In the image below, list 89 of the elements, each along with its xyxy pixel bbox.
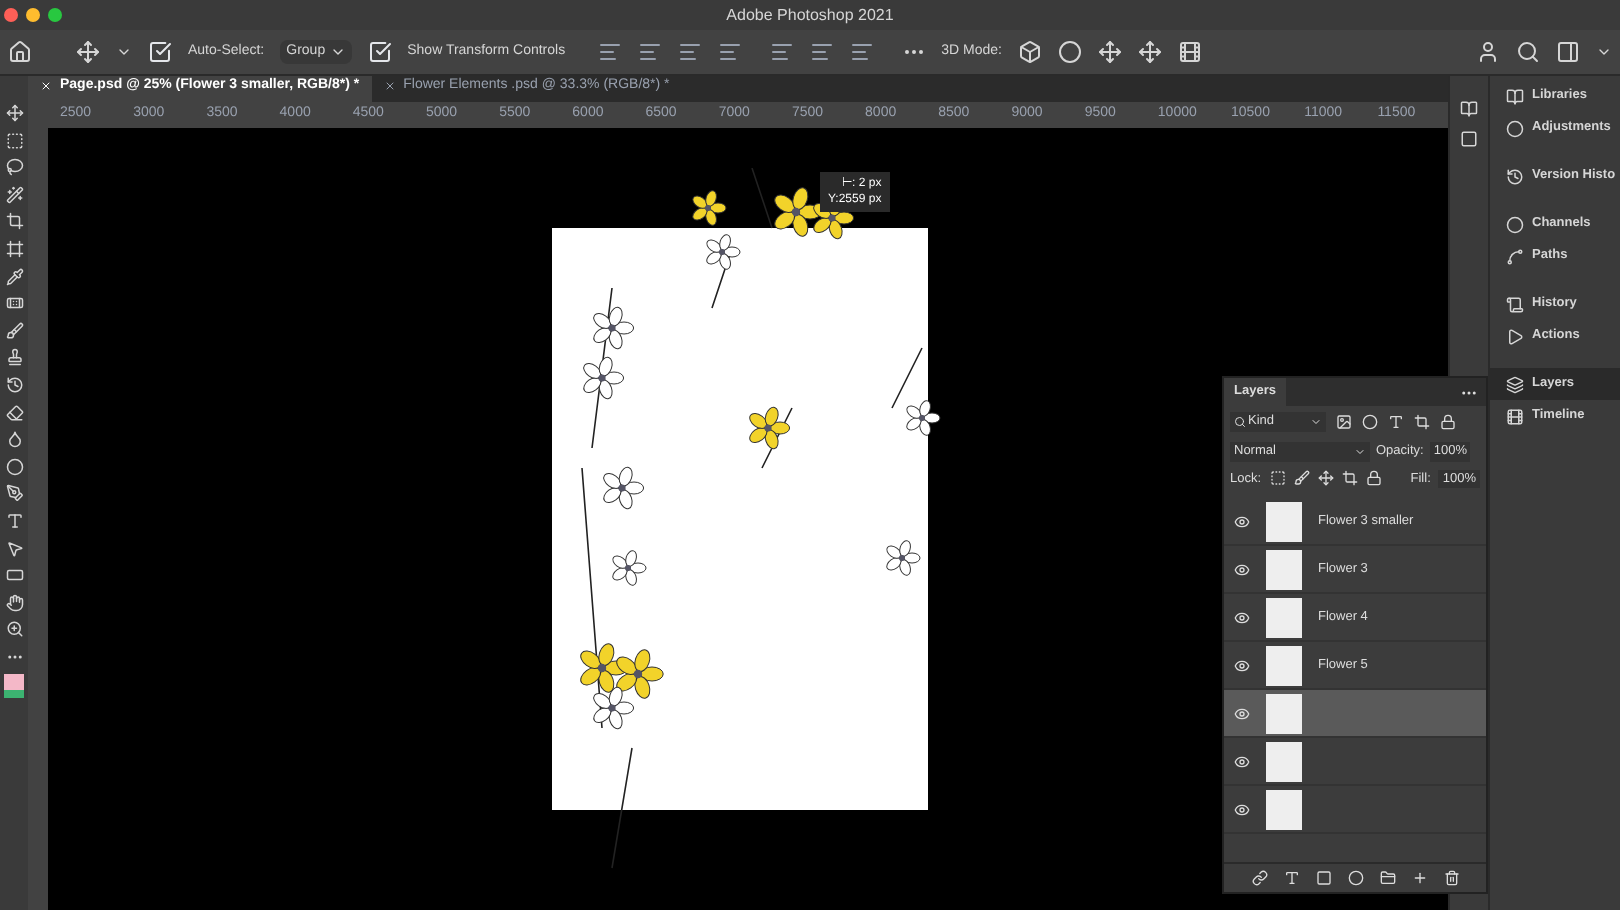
align-middle-icon[interactable] [809,40,834,64]
filter-icon[interactable] [1414,413,1430,430]
align-right-icon[interactable] [677,40,702,64]
account-icon[interactable] [1476,40,1500,64]
layer-thumbnail [1266,645,1302,686]
tool-icon[interactable] [5,239,23,258]
align-bottom-icon[interactable] [849,40,874,64]
layer-thumbnail [1266,501,1302,542]
layer-thumbnail [1266,549,1302,590]
search-icon [1234,415,1246,428]
panel-icon [1506,327,1524,345]
tool-icon[interactable] [5,212,23,231]
panel-icon [1506,215,1524,233]
align-top-icon[interactable] [769,40,794,64]
3d-roll-icon[interactable] [1057,40,1082,64]
tool-icon[interactable] [5,131,23,150]
panel-icon [1506,295,1524,313]
layer-thumbnail [1266,741,1302,782]
tool-icon[interactable] [5,511,23,530]
tool-icon[interactable] [5,267,23,286]
layer-action-icon[interactable] [1443,870,1459,886]
caret-icon [329,44,346,60]
layer-row[interactable] [1224,786,1486,835]
lock-icon[interactable] [1365,470,1382,487]
filter-icon[interactable] [1388,413,1404,430]
panel-icon [1506,119,1524,137]
panel-icon [1506,87,1524,105]
lock-icon[interactable] [1341,470,1358,487]
home-icon[interactable] [8,40,32,64]
layer-thumbnail [1266,789,1302,830]
close-icon[interactable] [383,80,396,93]
caret-icon[interactable] [1596,44,1612,60]
layer-row[interactable] [1224,738,1486,787]
layer-thumbnail [1266,693,1302,734]
tool-icon[interactable] [5,158,23,177]
panel-icon[interactable] [1460,130,1478,148]
visibility-icon[interactable] [1234,753,1250,770]
color-swatch[interactable] [4,674,24,699]
panel-icon [1506,407,1524,425]
lock-icon[interactable] [1269,470,1286,487]
tool-icon[interactable] [5,185,23,204]
search-icon[interactable] [1516,40,1540,64]
layer-action-icon[interactable] [1411,870,1427,886]
tool-icon[interactable] [5,484,23,503]
filter-icon[interactable] [1362,413,1378,430]
panel-icon [1506,375,1524,393]
layer-thumbnail [1266,597,1302,638]
layer-action-icon[interactable] [1379,870,1395,886]
auto-select-checkbox[interactable] [148,40,172,64]
caret-icon [1354,445,1366,458]
tool-icon[interactable] [5,403,23,422]
move-tool-icon[interactable] [76,40,100,64]
3d-slide-icon[interactable] [1137,40,1162,64]
3d-drag-icon[interactable] [1097,40,1122,64]
lock-icon[interactable] [1317,470,1334,487]
3d-camera-icon[interactable] [1177,40,1202,64]
filter-icon[interactable] [1336,413,1352,430]
3d-rotate-icon[interactable] [1017,40,1042,64]
show-transform-checkbox[interactable] [367,40,392,64]
lock-icon[interactable] [1293,470,1310,487]
caret-icon [1310,415,1322,428]
panel-icon [1506,247,1524,265]
tool-icon[interactable] [5,593,23,612]
align-center-icon[interactable] [637,40,662,64]
tool-icon[interactable] [5,375,23,394]
tool-icon[interactable] [5,321,23,340]
layer-action-icon[interactable] [1283,870,1299,886]
filter-icon[interactable] [1440,413,1456,430]
caret-icon[interactable] [116,44,132,60]
visibility-icon[interactable] [1234,609,1250,626]
visibility-icon[interactable] [1234,561,1250,578]
panel-icon[interactable] [1460,100,1478,118]
align-left-icon[interactable] [597,40,622,64]
maximize-icon[interactable] [48,8,62,22]
visibility-icon[interactable] [1234,705,1250,722]
visibility-icon[interactable] [1234,657,1250,674]
tool-icon[interactable] [5,620,23,639]
layer-row[interactable] [1224,690,1486,739]
layer-action-icon[interactable] [1251,870,1267,886]
tool-icon[interactable] [5,348,23,367]
minimize-icon[interactable] [26,8,40,22]
distribute-icon[interactable] [717,40,742,64]
visibility-icon[interactable] [1234,513,1250,530]
tool-icon[interactable] [5,104,23,122]
visibility-icon[interactable] [1234,801,1250,818]
workspace-icon[interactable] [1556,40,1580,64]
window-title: Adobe Photoshop 2021 [726,3,894,27]
panel-icon [1506,167,1524,185]
tool-icon[interactable] [5,294,23,313]
